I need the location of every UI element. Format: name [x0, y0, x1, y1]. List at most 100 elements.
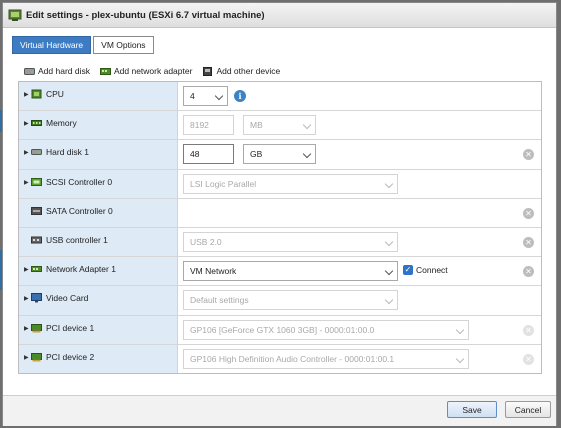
- device-label-cell: USB controller 1: [19, 227, 178, 257]
- network-select[interactable]: VM Network: [183, 261, 398, 282]
- device-label-cell: ▶ Memory: [19, 111, 178, 140]
- chevron-down-icon: [455, 325, 465, 334]
- info-icon[interactable]: i: [234, 90, 246, 102]
- expand-arrow-icon[interactable]: ▶: [24, 91, 29, 98]
- usb-icon: [31, 236, 42, 244]
- usb-type-value: USB 2.0: [190, 236, 222, 247]
- device-row-video-card: ▶ Video Card Default settings: [19, 286, 541, 316]
- chevron-down-icon: [455, 354, 465, 363]
- device-label-cell: ▶ Network Adapter 1: [19, 257, 178, 286]
- device-row-scsi-controller-0: ▶ SCSI Controller 0 LSI Logic Parallel: [19, 169, 541, 199]
- add-hard-disk-button[interactable]: Add hard disk: [24, 66, 90, 76]
- device-row-cpu: ▶ CPU 4 i: [19, 82, 541, 112]
- pci-device-1-select[interactable]: GP106 [GeForce GTX 1060 3GB] - 0000:01:0…: [183, 319, 469, 340]
- pci-device-2-label: PCI device 2: [46, 351, 95, 362]
- device-row-network-adapter-1: ▶ Network Adapter 1 VM Network ✓ Connect…: [19, 257, 541, 287]
- memory-unit-value: MB: [250, 120, 263, 131]
- chevron-down-icon: [384, 266, 394, 276]
- cpu-icon: [31, 89, 42, 99]
- scsi-icon: [31, 177, 42, 186]
- hard-disk-size-input[interactable]: 48: [183, 144, 234, 165]
- video-card-label: Video Card: [46, 293, 89, 304]
- scsi-type-value: LSI Logic Parallel: [190, 178, 257, 189]
- device-label-cell: ▶ PCI device 2: [19, 344, 178, 373]
- sata-controller-0-label: SATA Controller 0: [46, 205, 113, 216]
- device-row-usb-controller-1: USB controller 1 USB 2.0 ✕: [19, 227, 541, 258]
- edit-settings-dialog: Edit settings - plex-ubuntu (ESXi 6.7 vi…: [2, 2, 557, 426]
- device-label-cell: ▶ Video Card: [19, 286, 178, 315]
- chevron-down-icon: [384, 237, 394, 247]
- remove-device-icon[interactable]: ✕: [523, 207, 534, 219]
- expand-arrow-icon[interactable]: ▶: [24, 354, 29, 361]
- pci-device-2-select[interactable]: GP106 High Definition Audio Controller -…: [183, 348, 469, 369]
- device-label-cell: ▶ CPU: [19, 82, 178, 111]
- memory-icon: [31, 120, 42, 127]
- memory-size-input[interactable]: 8192: [183, 115, 234, 136]
- remove-device-icon[interactable]: ✕: [523, 266, 534, 278]
- add-other-device-label: Add other device: [216, 66, 281, 76]
- device-row-memory: ▶ Memory 8192 MB: [19, 111, 541, 141]
- memory-unit-select[interactable]: MB: [243, 115, 316, 136]
- hard-disk-icon: [24, 67, 35, 75]
- save-button[interactable]: Save: [447, 401, 497, 418]
- remove-device-icon[interactable]: ✕: [523, 324, 534, 336]
- expand-arrow-icon[interactable]: ▶: [24, 120, 29, 127]
- device-label-cell: ▶ PCI device 1: [19, 315, 178, 344]
- network-value: VM Network: [190, 266, 237, 277]
- scsi-controller-0-label: SCSI Controller 0: [46, 176, 113, 187]
- cpu-count-select[interactable]: 4: [183, 86, 228, 106]
- hardware-grid: ▶ CPU 4 i ▶ Memory 8192 MB ▶ Hard disk 1…: [18, 81, 542, 374]
- remove-device-icon[interactable]: ✕: [523, 149, 534, 161]
- device-row-hard-disk-1: ▶ Hard disk 1 48 GB ✕: [19, 140, 541, 170]
- device-label-cell: ▶ SCSI Controller 0: [19, 169, 178, 198]
- connect-label: Connect: [416, 265, 448, 276]
- expand-arrow-icon[interactable]: ▶: [24, 149, 29, 156]
- hard-disk-size-value: 48: [190, 149, 200, 160]
- expand-arrow-icon[interactable]: ▶: [24, 295, 29, 302]
- usb-controller-1-label: USB controller 1: [46, 234, 108, 245]
- cpu-label: CPU: [46, 89, 64, 99]
- network-adapter-1-label: Network Adapter 1: [46, 264, 116, 275]
- pci-device-1-label: PCI device 1: [46, 322, 95, 333]
- device-row-pci-device-2: ▶ PCI device 2 GP106 High Definition Aud…: [19, 344, 541, 373]
- monitor-icon: [31, 293, 42, 303]
- expand-arrow-icon[interactable]: ▶: [24, 325, 29, 332]
- hard-disk-unit-select[interactable]: GB: [243, 144, 316, 165]
- network-icon: [31, 266, 42, 273]
- network-adapter-icon: [99, 67, 111, 75]
- expand-arrow-icon[interactable]: ▶: [24, 179, 29, 186]
- video-settings-select[interactable]: Default settings: [183, 290, 398, 311]
- usb-type-select[interactable]: USB 2.0: [183, 231, 398, 252]
- vm-icon: [8, 9, 22, 21]
- add-hard-disk-label: Add hard disk: [38, 66, 90, 76]
- tab-vm-options[interactable]: VM Options: [93, 36, 154, 54]
- cancel-button[interactable]: Cancel: [505, 401, 551, 418]
- tab-bar: Virtual Hardware VM Options: [12, 36, 154, 54]
- video-settings-value: Default settings: [190, 295, 249, 306]
- chevron-down-icon: [384, 296, 394, 305]
- device-row-pci-device-1: ▶ PCI device 1 GP106 [GeForce GTX 1060 3…: [19, 315, 541, 345]
- pci-device-2-value: GP106 High Definition Audio Controller -…: [190, 353, 395, 364]
- tab-virtual-hardware[interactable]: Virtual Hardware: [12, 36, 92, 54]
- remove-device-icon[interactable]: ✕: [523, 353, 534, 365]
- pci-icon: [31, 323, 42, 332]
- other-device-icon: [203, 66, 213, 76]
- chevron-down-icon: [302, 120, 312, 130]
- device-toolbar: Add hard disk Add network adapter Add ot…: [24, 66, 290, 76]
- add-network-adapter-label: Add network adapter: [113, 66, 193, 76]
- add-network-adapter-button[interactable]: Add network adapter: [99, 66, 193, 76]
- hard-disk-unit-value: GB: [250, 149, 263, 160]
- connect-checkbox[interactable]: ✓: [403, 265, 413, 276]
- device-label-cell: SATA Controller 0: [19, 198, 178, 227]
- remove-device-icon[interactable]: ✕: [523, 236, 534, 248]
- title-bar[interactable]: Edit settings - plex-ubuntu (ESXi 6.7 vi…: [3, 3, 556, 28]
- device-label-cell: ▶ Hard disk 1: [19, 140, 178, 169]
- add-other-device-button[interactable]: Add other device: [202, 66, 280, 76]
- device-row-sata-controller-0: SATA Controller 0 ✕: [19, 198, 541, 228]
- expand-arrow-icon[interactable]: ▶: [24, 266, 29, 273]
- dialog-title: Edit settings - plex-ubuntu (ESXi 6.7 vi…: [26, 10, 265, 21]
- hard-disk-icon: [31, 149, 42, 156]
- pci-icon: [31, 352, 42, 362]
- chevron-down-icon: [384, 179, 394, 188]
- scsi-type-select[interactable]: LSI Logic Parallel: [183, 173, 398, 194]
